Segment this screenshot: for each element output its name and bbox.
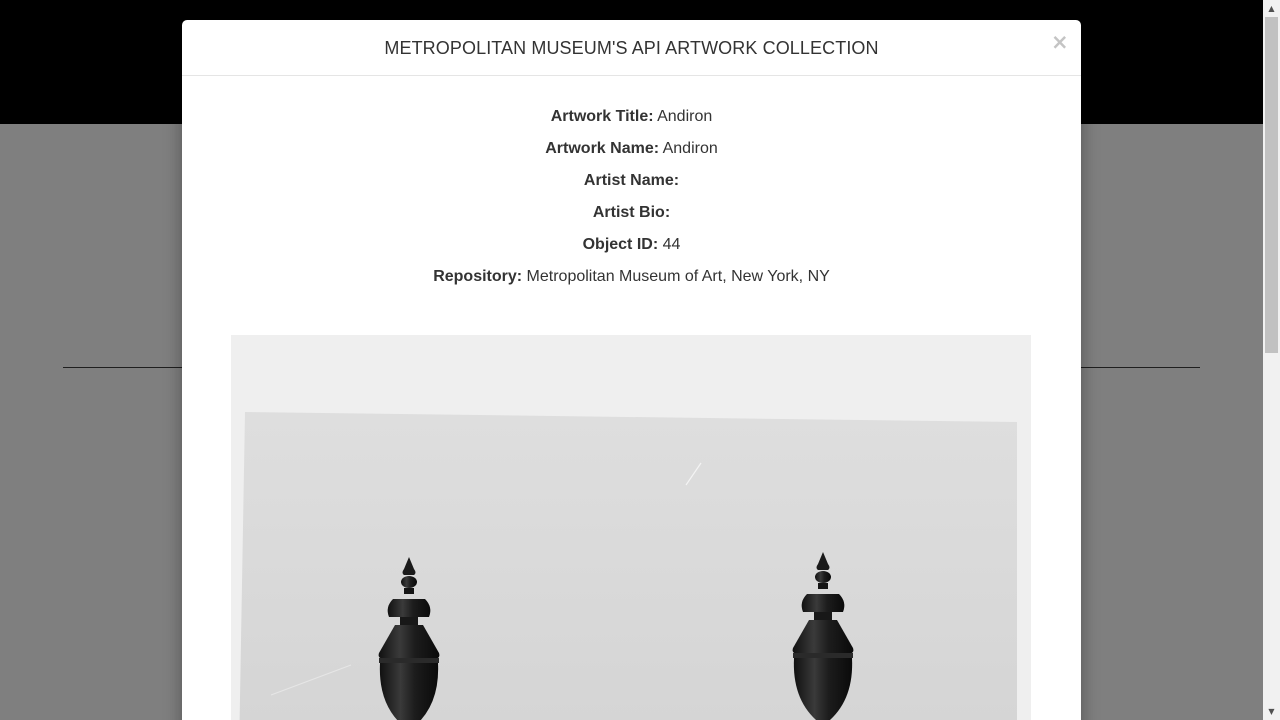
detail-artist-bio: Artist Bio: <box>182 203 1081 235</box>
scroll-up-arrow-icon[interactable]: ▲ <box>1263 0 1280 17</box>
detail-artwork-name: Artwork Name: Andiron <box>182 139 1081 171</box>
detail-object-id: Object ID: 44 <box>182 235 1081 267</box>
detail-value: Metropolitan Museum of Art, New York, NY <box>526 268 830 285</box>
detail-label: Artist Bio: <box>592 204 671 221</box>
detail-artwork-title: Artwork Title: Andiron <box>182 107 1081 139</box>
scroll-down-arrow-icon[interactable]: ▼ <box>1263 703 1280 720</box>
detail-value: 44 <box>662 236 681 253</box>
detail-artist-name: Artist Name: <box>182 171 1081 203</box>
detail-label: Artist Name: <box>583 172 680 189</box>
detail-label: Object ID: <box>582 236 659 253</box>
artwork-details: Artwork Title: Andiron Artwork Name: And… <box>182 76 1081 299</box>
detail-label: Repository: <box>433 268 523 285</box>
page-scrollbar[interactable]: ▲ ▼ <box>1263 0 1280 720</box>
detail-value: Andiron <box>657 108 713 125</box>
detail-repository: Repository: Metropolitan Museum of Art, … <box>182 267 1081 299</box>
close-icon[interactable]: × <box>1051 32 1069 53</box>
detail-label: Artwork Name: <box>545 140 660 157</box>
detail-value: Andiron <box>662 140 718 157</box>
detail-label: Artwork Title: <box>550 108 654 125</box>
modal-title: METROPOLITAN MUSEUM'S API ARTWORK COLLEC… <box>384 38 879 58</box>
modal-header: METROPOLITAN MUSEUM'S API ARTWORK COLLEC… <box>182 20 1081 76</box>
artwork-modal: METROPOLITAN MUSEUM'S API ARTWORK COLLEC… <box>182 20 1081 720</box>
andiron-photograph <box>231 335 1031 720</box>
scrollbar-thumb[interactable] <box>1265 17 1278 353</box>
